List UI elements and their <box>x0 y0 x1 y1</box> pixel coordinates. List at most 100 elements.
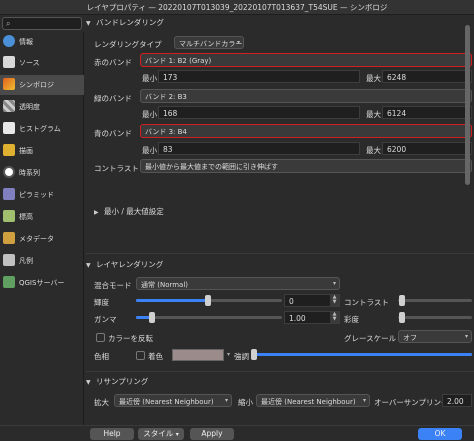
sidebar-item-metadata[interactable]: メタデータ <box>0 229 84 249</box>
slider-knob[interactable] <box>149 312 155 323</box>
chevron-down-icon: ▾ <box>332 280 336 287</box>
strength-slider[interactable] <box>251 348 472 361</box>
red-max-field[interactable]: 6248 <box>382 70 472 83</box>
blend-mode-label: 混合モード <box>94 281 132 290</box>
button-bar: Help スタイル ▾ Apply OK <box>0 425 474 441</box>
style-button-label: スタイル <box>143 429 174 438</box>
green-max-field[interactable]: 6124 <box>382 106 472 119</box>
scrollbar[interactable] <box>464 15 471 425</box>
resampling-header[interactable]: ▼ リサンプリング <box>86 376 148 388</box>
slider-track <box>398 316 472 319</box>
colorize-label: 着色 <box>148 352 163 361</box>
render-type-select[interactable]: マルチバンドカラー ▾ <box>174 36 244 49</box>
gamma-label: ガンマ <box>94 315 117 324</box>
title-bar: レイヤプロパティ — 20220107T013039_20220107T0136… <box>0 0 474 15</box>
brightness-label: 輝度 <box>94 298 109 307</box>
blue-band-value: バンド 3: B4 <box>145 128 187 136</box>
search-input[interactable]: ⌕ <box>2 17 82 30</box>
sidebar-item-elevation[interactable]: 標高 <box>0 207 84 227</box>
green-min-field[interactable]: 168 <box>158 106 360 119</box>
slider-knob[interactable] <box>251 349 257 360</box>
red-max-value: 6248 <box>387 73 407 82</box>
chevron-down-icon: ▾ <box>362 397 366 404</box>
brightness-spinbox[interactable]: 0 ▲ ▼ <box>284 294 340 307</box>
sidebar-item-source[interactable]: ソース <box>0 53 84 73</box>
style-button[interactable]: スタイル ▾ <box>138 428 184 440</box>
help-button[interactable]: Help <box>90 428 134 440</box>
apply-button[interactable]: Apply <box>190 428 234 440</box>
legend-icon <box>3 254 15 266</box>
layer-rendering-header[interactable]: ▼ レイヤレンダリング <box>86 259 163 271</box>
sidebar-item-legend[interactable]: 凡例 <box>0 251 84 271</box>
slider-knob[interactable] <box>399 295 405 306</box>
invert-colors-label: カラーを反転 <box>108 334 153 343</box>
slider-knob[interactable] <box>399 312 405 323</box>
sidebar-item-transparency[interactable]: 透明度 <box>0 97 84 117</box>
section-divider <box>86 253 474 254</box>
sidebar-item-label: ピラミッド <box>19 191 54 199</box>
contrast-enhancement-label: コントラスト <box>94 164 139 173</box>
saturation-slider[interactable] <box>398 311 472 324</box>
blend-mode-value: 通常 (Normal) <box>141 281 189 289</box>
red-min-label: 最小 <box>142 74 157 83</box>
red-min-field[interactable]: 173 <box>158 70 360 83</box>
blue-band-label: 青のバンド <box>94 129 132 138</box>
zoom-out-select[interactable]: 最近傍 (Nearest Neighbour) ▾ <box>256 394 370 407</box>
spin-arrows-icon[interactable]: ▲ ▼ <box>330 312 339 323</box>
brightness-value: 0 <box>289 297 294 306</box>
contrast-enhancement-select[interactable]: 最小値から最大値までの範囲に引き伸ばす ▾ <box>140 159 472 173</box>
invert-colors-checkbox[interactable] <box>96 333 105 342</box>
scrollbar-thumb[interactable] <box>465 25 470 185</box>
hue-label: 色相 <box>94 352 109 361</box>
minmax-settings-toggle[interactable]: ▶ 最小 / 最大値設定 <box>94 206 164 218</box>
main-panel: ▼ バンドレンダリング レンダリングタイプ マルチバンドカラー ▾ 赤のバンド バ… <box>86 15 474 425</box>
sidebar-item-label: QGISサーバー <box>19 279 65 287</box>
blue-max-field[interactable]: 6200 <box>382 142 472 155</box>
brightness-slider[interactable] <box>136 294 282 307</box>
sidebar-item-label: 凡例 <box>19 257 33 265</box>
green-min-value: 168 <box>163 109 178 118</box>
sidebar-item-label: メタデータ <box>19 235 54 243</box>
blue-band-select[interactable]: バンド 3: B4 <box>140 124 472 138</box>
gamma-slider[interactable] <box>136 311 282 324</box>
expand-icon: ▶ <box>94 209 99 216</box>
green-band-select[interactable]: バンド 2: B3 <box>140 89 472 103</box>
sidebar-item-label: 透明度 <box>19 103 40 111</box>
sidebar-item-symbology[interactable]: シンボロジ <box>0 75 84 95</box>
sidebar-item-rendering[interactable]: 描画 <box>0 141 84 161</box>
blue-min-value: 83 <box>163 145 173 154</box>
sidebar-item-qgis-server[interactable]: QGISサーバー <box>0 273 84 293</box>
oversampling-label: オーバーサンプリング <box>374 398 449 407</box>
pyramid-icon <box>3 188 15 200</box>
blue-min-field[interactable]: 83 <box>158 142 360 155</box>
green-min-label: 最小 <box>142 110 157 119</box>
sidebar-item-histogram[interactable]: ヒストグラム <box>0 119 84 139</box>
band-rendering-header[interactable]: ▼ バンドレンダリング <box>86 17 164 29</box>
section-divider <box>86 371 474 372</box>
grayscale-select[interactable]: オフ ▾ <box>398 330 472 343</box>
section-title: リサンプリング <box>96 377 149 386</box>
sidebar-item-info[interactable]: 情報 <box>0 32 84 52</box>
metadata-icon <box>3 232 15 244</box>
zoom-in-select[interactable]: 最近傍 (Nearest Neighbour) ▾ <box>114 394 232 407</box>
ok-button[interactable]: OK <box>418 428 462 440</box>
spin-arrows-icon[interactable]: ▲ ▼ <box>330 295 339 306</box>
red-band-label: 赤のバンド <box>94 58 132 67</box>
colorize-checkbox[interactable] <box>136 351 145 360</box>
gamma-spinbox[interactable]: 1.00 ▲ ▼ <box>284 311 340 324</box>
zoom-in-value: 最近傍 (Nearest Neighbour) <box>119 398 214 406</box>
histogram-icon <box>3 122 15 134</box>
gamma-value: 1.00 <box>289 314 306 323</box>
colorize-color-button[interactable] <box>172 349 224 361</box>
slider-fill <box>254 353 472 356</box>
search-icon: ⌕ <box>6 19 11 28</box>
slider-knob[interactable] <box>205 295 211 306</box>
sidebar-item-label: ソース <box>19 59 40 67</box>
blend-mode-select[interactable]: 通常 (Normal) ▾ <box>136 277 340 290</box>
red-min-value: 173 <box>163 73 178 82</box>
contrast-slider[interactable] <box>398 294 472 307</box>
sidebar-item-temporal[interactable]: 時系列 <box>0 163 84 183</box>
sidebar-item-pyramids[interactable]: ピラミッド <box>0 185 84 205</box>
red-band-select[interactable]: バンド 1: B2 (Gray) <box>140 53 472 67</box>
slider-track <box>398 299 472 302</box>
